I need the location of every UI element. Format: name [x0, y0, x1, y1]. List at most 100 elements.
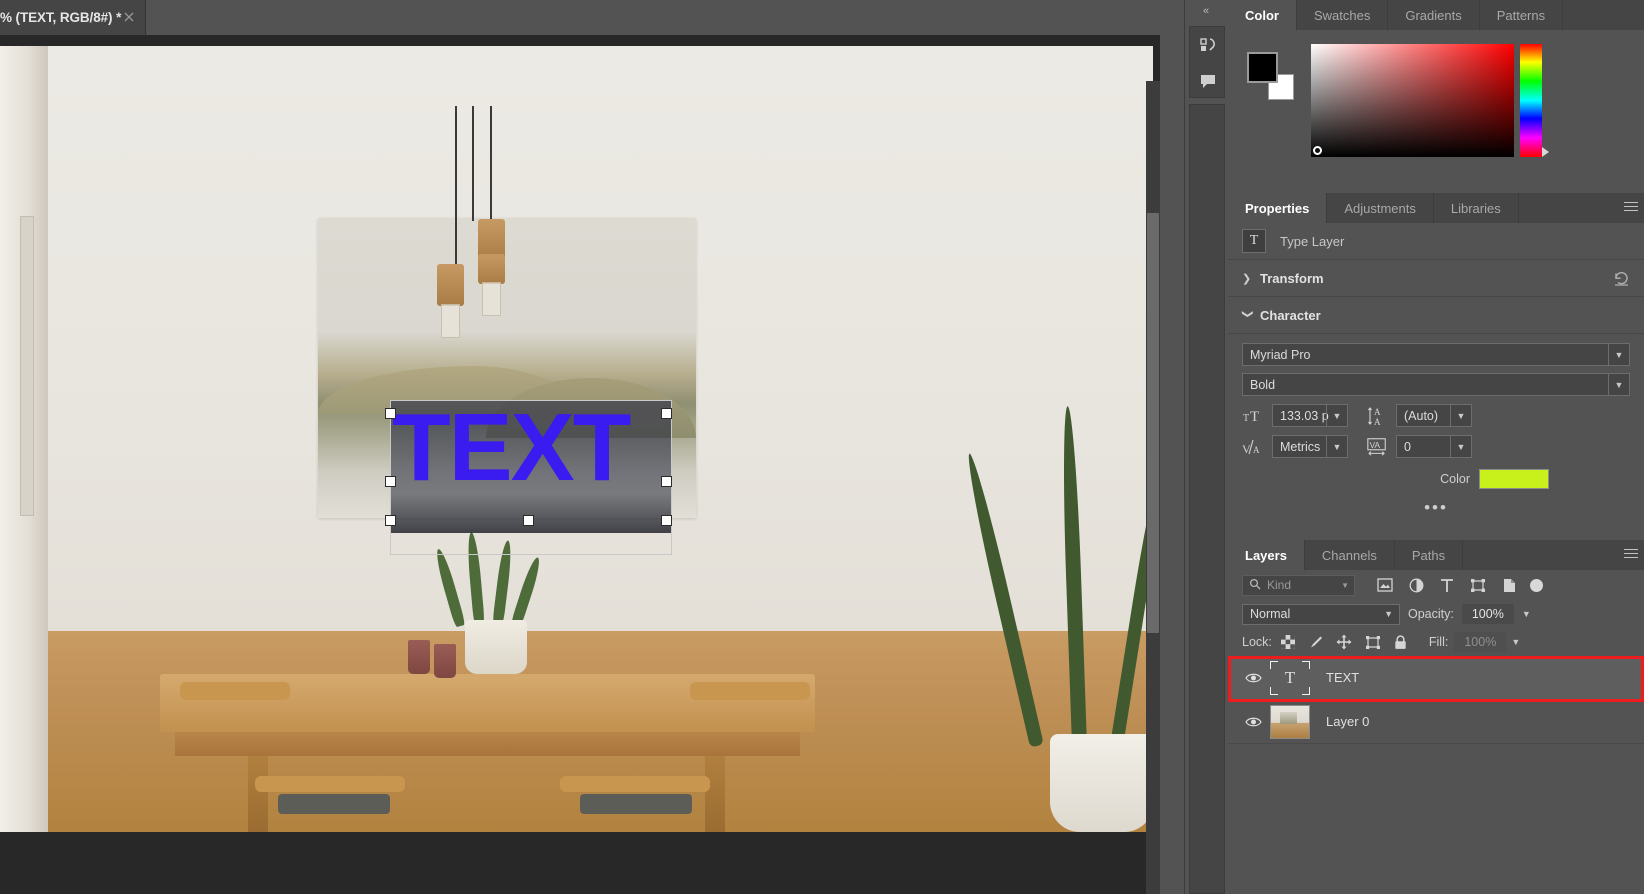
font-style-select[interactable]: Bold ▼ [1242, 373, 1630, 396]
tabstrip-filler-layers [1463, 540, 1644, 570]
tab-swatches[interactable]: Swatches [1296, 0, 1389, 30]
more-character-options-button[interactable]: ••• [1242, 498, 1630, 518]
tab-properties[interactable]: Properties [1228, 193, 1328, 223]
tracking-input[interactable]: 0 ▼ [1396, 435, 1472, 458]
fill-value[interactable]: 100% [1454, 632, 1507, 652]
tab-patterns[interactable]: Patterns [1479, 0, 1564, 30]
lock-all-icon[interactable] [1394, 634, 1407, 650]
transform-handle-bottom-left[interactable] [385, 515, 396, 526]
transform-section-header[interactable]: ❯ Transform [1228, 260, 1644, 297]
adjustment-filter-icon[interactable] [1409, 578, 1424, 593]
filter-toggle-icon[interactable] [1530, 578, 1543, 592]
tab-properties-label: Properties [1245, 200, 1310, 216]
pixel-filter-icon[interactable] [1377, 578, 1393, 592]
font-size-value: 133.03 p [1280, 408, 1329, 423]
tab-libraries[interactable]: Libraries [1433, 193, 1519, 223]
character-section-header[interactable]: ❯ Character [1228, 297, 1644, 334]
comments-icon[interactable] [1190, 63, 1226, 99]
lock-artboard-icon[interactable] [1365, 635, 1381, 650]
layer-name-text: TEXT [1326, 670, 1360, 685]
chair-right [690, 682, 810, 700]
layer-filter-icons [1377, 578, 1516, 593]
tab-color[interactable]: Color [1228, 0, 1297, 30]
type-layer-icon: T [1242, 229, 1266, 253]
foreground-color-swatch[interactable] [1247, 52, 1278, 83]
panel-menu-icon[interactable] [1624, 549, 1638, 561]
tab-swatches-label: Swatches [1313, 7, 1371, 23]
panel-menu-icon[interactable] [1624, 202, 1638, 214]
eye-icon[interactable] [1240, 672, 1266, 684]
leading-input[interactable]: (Auto) ▼ [1396, 404, 1472, 427]
blend-mode-row: Normal ▼ Opacity: 100% ▼ [1228, 600, 1644, 628]
transform-handle-top-left[interactable] [385, 408, 396, 419]
lock-transparency-icon[interactable] [1280, 635, 1295, 649]
smart-object-filter-icon[interactable] [1502, 578, 1516, 593]
tab-channels[interactable]: Channels [1304, 540, 1395, 570]
cup-left [408, 640, 430, 674]
layer-row-text[interactable]: T TEXT [1228, 656, 1644, 702]
chevron-down-icon[interactable]: ▼ [1608, 374, 1629, 395]
chevron-down-icon[interactable]: ▼ [1450, 405, 1471, 426]
kerning-input[interactable]: Metrics ▼ [1272, 435, 1348, 458]
history-icon[interactable] [1190, 27, 1226, 63]
chevron-down-icon[interactable]: ▼ [1341, 581, 1349, 590]
layer-filter-kind-select[interactable]: Kind ▼ [1242, 574, 1355, 596]
layer-row-layer0[interactable]: Layer 0 [1228, 700, 1644, 744]
layer-filter-row: Kind ▼ [1228, 570, 1644, 600]
character-section-title: Character [1260, 307, 1321, 323]
fill-label: Fill: [1428, 635, 1449, 649]
transform-handle-top-right[interactable] [661, 408, 672, 419]
chevron-down-icon[interactable]: ▼ [1608, 344, 1629, 365]
reset-icon[interactable] [1613, 270, 1630, 292]
canvas-pasteboard[interactable]: TEXT [0, 46, 1153, 832]
color-field-cursor[interactable] [1313, 146, 1322, 155]
layer-filter-kind-value: Kind [1267, 578, 1292, 592]
canvas-vertical-scrollbar[interactable] [1146, 81, 1160, 894]
canvas-area[interactable]: TEXT [0, 35, 1160, 894]
chevron-down-icon[interactable]: ▼ [1522, 609, 1531, 619]
text-color-label: Color [1440, 472, 1470, 486]
table-plant-pot [465, 620, 527, 674]
rail-icon-group-top [1189, 26, 1225, 98]
chevron-down-icon[interactable]: ▼ [1511, 637, 1520, 647]
hue-slider[interactable] [1520, 44, 1542, 157]
tab-layers[interactable]: Layers [1228, 540, 1305, 570]
text-color-swatch[interactable] [1479, 469, 1549, 489]
chevron-down-icon[interactable]: ▼ [1326, 405, 1347, 426]
transform-handle-bottom-right[interactable] [661, 515, 672, 526]
text-layer-content[interactable]: TEXT [392, 400, 672, 496]
tab-libraries-label: Libraries [1450, 200, 1501, 216]
tab-gradients[interactable]: Gradients [1388, 0, 1480, 30]
lock-row: Lock: Fill: 100% ▼ [1228, 628, 1644, 656]
transform-handle-middle-left[interactable] [385, 476, 396, 487]
color-field[interactable] [1311, 44, 1514, 157]
lamp-glass-1 [441, 304, 460, 338]
font-size-input[interactable]: 133.03 p ▼ [1272, 404, 1348, 427]
table-leg-left [248, 756, 268, 832]
hue-slider-marker[interactable] [1542, 147, 1549, 157]
collapse-panels-button[interactable]: « [1184, 0, 1228, 22]
tab-adjustments[interactable]: Adjustments [1327, 193, 1434, 223]
chevron-down-icon[interactable]: ▼ [1384, 609, 1393, 619]
lamp-cord-2 [472, 106, 474, 221]
tab-paths-label: Paths [1411, 547, 1446, 563]
chevron-down-icon[interactable]: ▼ [1326, 436, 1347, 457]
shape-filter-icon[interactable] [1470, 578, 1486, 593]
character-section-body: Myriad Pro ▼ Bold ▼ T T 133.03 p ▼ A A (… [1228, 334, 1644, 532]
font-family-select[interactable]: Myriad Pro ▼ [1242, 343, 1630, 366]
lock-position-icon[interactable] [1336, 634, 1352, 650]
chevron-down-icon: ❯ [1241, 309, 1254, 319]
chevron-down-icon[interactable]: ▼ [1450, 436, 1471, 457]
lock-image-icon[interactable] [1308, 635, 1323, 650]
tab-paths[interactable]: Paths [1394, 540, 1464, 570]
transform-handle-bottom-center[interactable] [523, 515, 534, 526]
transform-handle-middle-right[interactable] [661, 476, 672, 487]
eye-icon[interactable] [1240, 716, 1266, 728]
type-filter-icon[interactable] [1440, 578, 1454, 593]
document-tab[interactable]: % (TEXT, RGB/8#) * [0, 0, 146, 35]
font-size-leading-row: T T 133.03 p ▼ A A (Auto) ▼ [1242, 404, 1630, 427]
opacity-value[interactable]: 100% [1461, 604, 1514, 624]
canvas-scrollbar-thumb[interactable] [1147, 213, 1159, 633]
close-icon[interactable] [123, 11, 135, 23]
blend-mode-select[interactable]: Normal ▼ [1242, 603, 1400, 625]
